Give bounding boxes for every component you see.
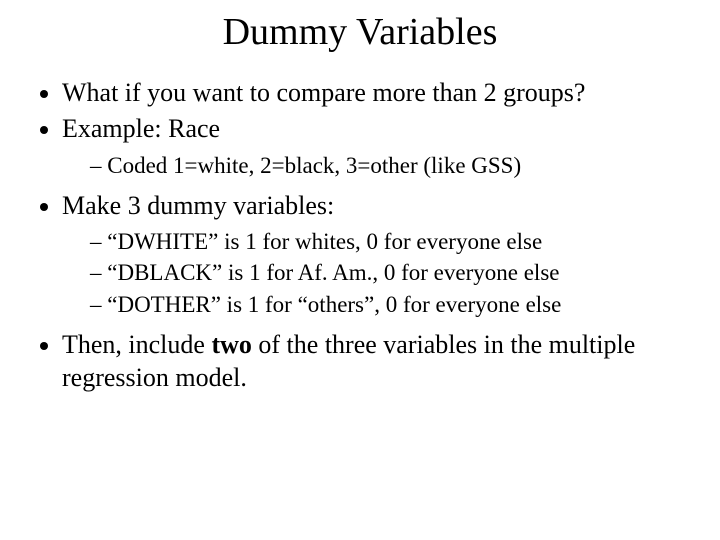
bullet-item: Example: Race Coded 1=white, 2=black, 3=… bbox=[62, 112, 700, 181]
sub-bullet-item: Coded 1=white, 2=black, 3=other (like GS… bbox=[90, 150, 700, 181]
bullet-list: What if you want to compare more than 2 … bbox=[20, 76, 700, 395]
bullet-text: Example: Race bbox=[62, 114, 220, 143]
slide: Dummy Variables What if you want to comp… bbox=[0, 0, 720, 540]
bullet-text-bold: two bbox=[211, 330, 251, 359]
slide-title: Dummy Variables bbox=[20, 10, 700, 54]
bullet-text: Make 3 dummy variables: bbox=[62, 191, 334, 220]
bullet-item: Make 3 dummy variables: “DWHITE” is 1 fo… bbox=[62, 189, 700, 320]
bullet-text-part: Then, include bbox=[62, 330, 211, 359]
sub-bullet-list: Coded 1=white, 2=black, 3=other (like GS… bbox=[62, 150, 700, 181]
sub-bullet-item: “DBLACK” is 1 for Af. Am., 0 for everyon… bbox=[90, 257, 700, 288]
bullet-item: What if you want to compare more than 2 … bbox=[62, 76, 700, 110]
sub-bullet-item: “DWHITE” is 1 for whites, 0 for everyone… bbox=[90, 226, 700, 257]
bullet-item: Then, include two of the three variables… bbox=[62, 328, 700, 396]
sub-bullet-item: “DOTHER” is 1 for “others”, 0 for everyo… bbox=[90, 289, 700, 320]
sub-bullet-list: “DWHITE” is 1 for whites, 0 for everyone… bbox=[62, 226, 700, 319]
